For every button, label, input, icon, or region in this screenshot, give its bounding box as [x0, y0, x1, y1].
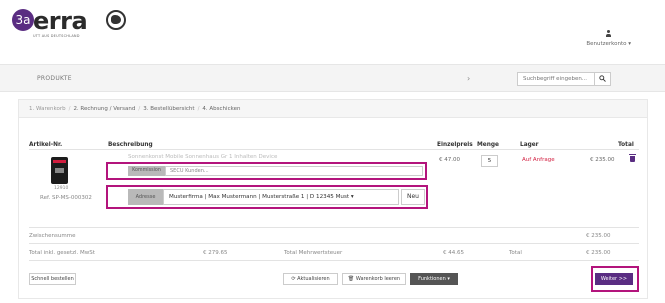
chevron-right-icon: ›	[467, 74, 471, 83]
search-button[interactable]	[594, 73, 610, 85]
next-button-highlight	[591, 266, 639, 292]
globe-icon	[106, 10, 126, 30]
logo-tagline: UTT AUS DEUTSCHLAND	[33, 34, 80, 38]
user-icon	[605, 30, 612, 38]
cart-panel: 1. Warenkorb/2. Rechnung / Versand/3. Be…	[18, 99, 648, 299]
user-account-menu[interactable]: Benutzerkonto ▾	[586, 30, 631, 47]
subtotal-label: Zwischensumme	[29, 233, 76, 239]
article-number: Ref. SP-MS-000302	[40, 195, 92, 201]
stock-status: Auf Anfrage	[522, 157, 555, 163]
header-article: Artikel-Nr.	[29, 142, 63, 148]
step-cart[interactable]: 1. Warenkorb	[29, 106, 66, 112]
step-submit[interactable]: 4. Abschicken	[202, 106, 240, 112]
breadcrumb-separator: /	[197, 106, 200, 112]
line-total: € 235.00	[590, 157, 615, 163]
checkout-steps-bar: 1. Warenkorb/2. Rechnung / Versand/3. Be…	[19, 100, 647, 118]
header-divider	[29, 149, 639, 150]
subtotal-value: € 235.00	[586, 233, 611, 239]
product-title[interactable]: Sonnenkonst Mobile Sonnenhaus Gr 1 Inhal…	[128, 154, 277, 160]
net-total-value: € 279.65	[203, 250, 228, 256]
grand-total-value: € 235.00	[586, 250, 611, 256]
quantity-input[interactable]: 5	[481, 155, 498, 167]
header-unit-price: Einzelpreis	[437, 142, 473, 148]
step-billing[interactable]: 2. Rechnung / Versand	[73, 106, 135, 112]
step-overview[interactable]: 3. Bestellübersicht	[143, 106, 194, 112]
clear-cart-button[interactable]: 🗑 Warenkorb leeren	[342, 273, 406, 285]
product-image-code: 12910	[54, 186, 69, 191]
subtotal-divider	[29, 227, 639, 228]
totals-divider	[29, 243, 639, 244]
step-badge: 3a	[12, 9, 34, 31]
footer-divider	[29, 260, 639, 261]
user-account-label: Benutzerkonto ▾	[586, 41, 631, 47]
net-total-label: Total inkl. gesetzl. MwSt	[29, 250, 95, 256]
breadcrumb-separator: /	[68, 106, 71, 112]
nav-bar: PRODUKTE ›	[0, 64, 665, 92]
header-stock: Lager	[520, 142, 539, 148]
search-icon	[599, 75, 606, 82]
functions-dropdown[interactable]: Funktionen ▾	[410, 273, 458, 285]
search-input[interactable]	[518, 73, 593, 85]
header-total: Total	[618, 142, 634, 148]
refresh-button[interactable]: ⟳ Aktualisieren	[283, 273, 338, 285]
vat-label: Total Mehrwertsteuer	[284, 250, 343, 256]
address-highlight	[106, 185, 428, 209]
search-box	[517, 72, 611, 86]
unit-price: € 47.00	[439, 157, 460, 163]
product-image[interactable]	[51, 157, 68, 184]
vat-value: € 44.65	[443, 250, 464, 256]
breadcrumb-separator: /	[138, 106, 141, 112]
grand-total-label: Total	[509, 250, 522, 256]
nav-products-link[interactable]: PRODUKTE	[37, 75, 72, 82]
quick-order-button[interactable]: Schnell bestellen	[29, 273, 76, 285]
kommission-highlight	[106, 162, 427, 180]
logo-text: erra	[33, 7, 88, 35]
trash-icon[interactable]	[629, 154, 636, 162]
site-header: erra UTT AUS DEUTSCHLAND 3a Benutzerkont…	[0, 0, 665, 62]
header-quantity: Menge	[477, 142, 499, 148]
header-description: Beschreibung	[108, 142, 153, 148]
breadcrumb: 1. Warenkorb/2. Rechnung / Versand/3. Be…	[29, 106, 240, 112]
